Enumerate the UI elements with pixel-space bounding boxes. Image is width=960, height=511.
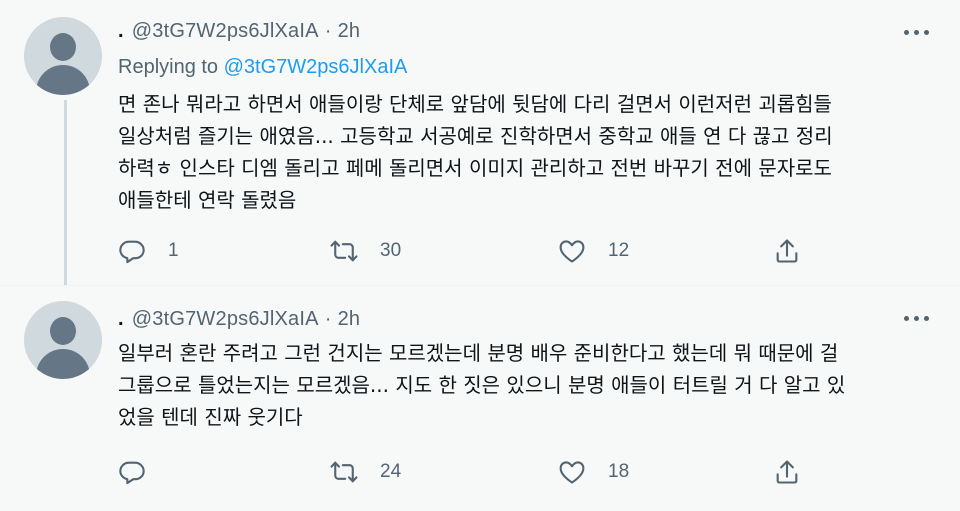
timestamp[interactable]: 2h [338, 20, 361, 42]
avatar-body-shape [36, 349, 90, 379]
tweet-text: 면 존나 뭐라고 하면서 애들이랑 단체로 앞담에 뒷담에 다리 걸면서 이런저… [118, 92, 833, 212]
user-handle[interactable]: @3tG7W2ps6JlXaIA [132, 20, 319, 42]
heart-icon [559, 461, 585, 484]
reply-icon [119, 461, 145, 485]
tweet-text: 일부러 혼란 주려고 그런 건지는 모르겠는데 분명 배우 준비한다고 했는데 … [118, 341, 846, 429]
retweet-button[interactable]: 30 [330, 236, 401, 266]
tweet-actions: 24 18 [118, 457, 818, 487]
tweet-actions: 1 30 12 [118, 236, 818, 266]
share-button[interactable] [773, 236, 801, 266]
like-count: 12 [608, 240, 630, 261]
reply-count: 1 [168, 240, 179, 261]
avatar-head-shape [50, 33, 76, 61]
separator: · [324, 20, 332, 42]
share-icon [776, 460, 798, 484]
retweet-count: 30 [380, 240, 402, 261]
reply-button[interactable] [118, 457, 168, 487]
more-icon[interactable] [902, 22, 932, 42]
avatar-head-shape [50, 317, 76, 345]
share-button[interactable] [773, 457, 801, 487]
reply-icon [119, 240, 145, 264]
timestamp[interactable]: 2h [338, 308, 361, 330]
display-name[interactable]: . [118, 20, 124, 42]
heart-icon [559, 240, 585, 263]
tweet-thread: . @3tG7W2ps6JlXaIA · 2h Replying to @3tG7W2… [0, 0, 960, 511]
replying-to-label: Replying to [118, 56, 219, 78]
tweet[interactable]: . @3tG7W2ps6JlXaIA · 2h 일부러 혼란 주려고 그런 건지는 모… [0, 286, 960, 511]
like-button[interactable]: 12 [558, 236, 629, 266]
replying-to: Replying to @3tG7W2ps6JlXaIA [118, 56, 407, 79]
avatar[interactable] [24, 17, 102, 95]
user-handle[interactable]: @3tG7W2ps6JlXaIA [132, 308, 319, 330]
share-icon [776, 239, 798, 263]
retweet-count: 24 [380, 461, 402, 482]
retweet-icon [330, 461, 358, 483]
tweet-header: . @3tG7W2ps6JlXaIA · 2h [118, 20, 360, 43]
replying-to-handle[interactable]: @3tG7W2ps6JlXaIA [224, 56, 408, 78]
more-icon[interactable] [902, 308, 932, 328]
reply-button[interactable]: 1 [118, 236, 179, 266]
separator: · [324, 308, 332, 330]
like-button[interactable]: 18 [558, 457, 629, 487]
avatar[interactable] [24, 301, 102, 379]
display-name[interactable]: . [118, 308, 124, 330]
retweet-button[interactable]: 24 [330, 457, 401, 487]
tweet[interactable]: . @3tG7W2ps6JlXaIA · 2h Replying to @3tG7W2… [0, 0, 960, 285]
retweet-icon [330, 240, 358, 262]
thread-connector-line [64, 100, 67, 285]
avatar-body-shape [36, 65, 90, 95]
tweet-header: . @3tG7W2ps6JlXaIA · 2h [118, 308, 360, 331]
like-count: 18 [608, 461, 630, 482]
